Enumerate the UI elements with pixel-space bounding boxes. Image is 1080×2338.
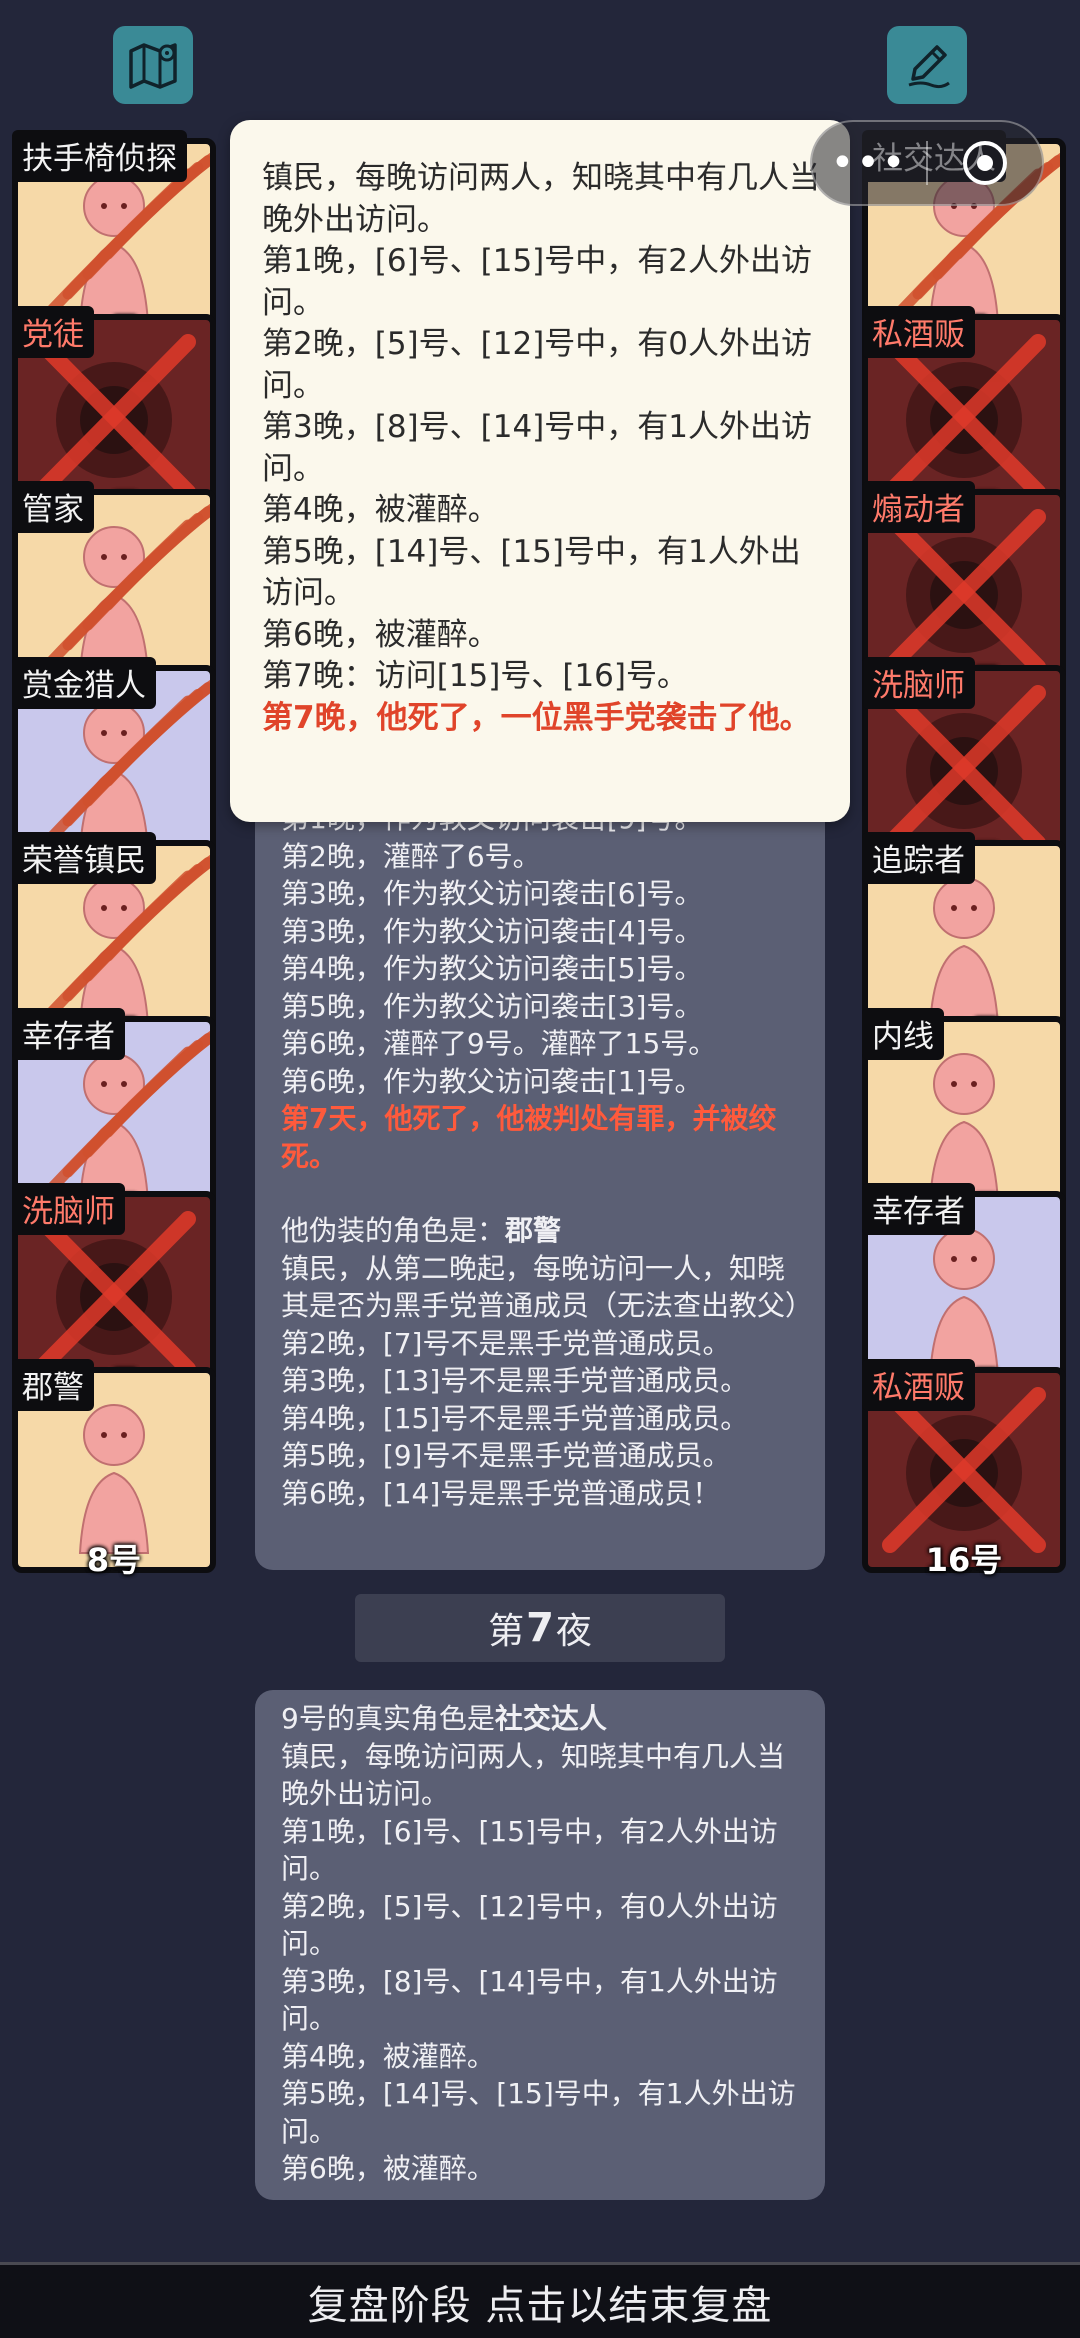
player-number: 16号 [925,1540,1003,1579]
log-line: 第3晚，作为教父访问袭击[6]号。 [281,877,703,910]
role-tag: 赏金猎人 [12,656,156,709]
close-button[interactable] [928,137,1042,189]
role-detail-popup[interactable]: 镇民，每晚访问两人，知晓其中有几人当晚外出访问。 第1晚，[6]号、[15]号中，… [230,120,850,822]
log-line: 第4晚，作为教父访问袭击[5]号。 [281,952,703,985]
end-review-bar[interactable]: 复盘阶段 点击以结束复盘 [0,2262,1080,2338]
disguise-description: 镇民，从第二晚起，每晚访问一人，知晓其是否为黑手党普通成员（无法查出教父） [281,1251,814,1323]
role-tag: 洗脑师 [862,656,975,709]
log-line: 第6晚，被灌醉。 [281,2152,495,2185]
log-line: 第5晚，[14]号、[15]号中，有1人外出访问。 [281,2077,796,2148]
notes-button[interactable] [887,26,967,104]
map-button[interactable] [113,26,193,104]
popup-line: 镇民，每晚访问两人，知晓其中有几人当晚外出访问。 [262,160,820,238]
role-tag: 内线 [862,1007,944,1060]
mini-program-capsule: ••• [810,120,1044,206]
role-tag: 煽动者 [862,481,975,533]
pencil-icon [908,45,950,89]
role-tag: 幸存者 [12,1007,125,1060]
role-tag: 私酒贩 [862,1358,975,1411]
log-line: 第6晚，作为教父访问袭击[1]号。 [281,1064,703,1098]
log-line: 第6晚，灌醉了9号。灌醉了15号。 [281,1027,717,1060]
player-card[interactable]: 郡警 8号 [12,1358,216,1579]
popup-line: 第1晚，[6]号、[15]号中，有2人外出访问。 [262,243,812,321]
log-line: 第2晚，[5]号、[12]号中，有0人外出访问。 [281,1889,778,1961]
role-tag: 党徒 [12,305,94,358]
log-line: 第2晚，灌醉了6号。 [281,839,541,873]
role-tag: 追踪者 [862,832,975,884]
log-line: 第4晚，被灌醉。 [281,2039,495,2073]
log-line: 第3晚，作为教父访问袭击[4]号。 [281,914,703,948]
map-pin-icon [129,43,177,89]
player-number: 8号 [86,1540,142,1579]
log-line: 第3晚，[8]号、[14]号中，有1人外出访问。 [281,1964,778,2036]
more-menu-icon[interactable]: ••• [812,143,926,183]
investigation-result: 第6晚，[14]号是黑手党普通成员！ [281,1476,721,1510]
popup-line: 第6晚，被灌醉。 [262,616,499,653]
investigation-result: 第5晚，[9]号不是黑手党普通成员。 [281,1439,731,1472]
popup-line: 第2晚，[5]号、[12]号中，有0人外出访问。 [262,326,812,404]
real-role-line: 9号的真实角色是社交达人 [281,1702,607,1735]
disguise-line: 他伪装的角色是：郡警 [281,1214,562,1247]
log-line: 第5晚，作为教父访问袭击[3]号。 [281,989,703,1023]
role-tag: 管家 [12,481,94,533]
popup-line: 第3晚，[8]号、[14]号中，有1人外出访问。 [262,409,812,487]
role-tag: 荣誉镇民 [12,832,156,884]
investigation-result: 第2晚，[7]号不是黑手党普通成员。 [281,1326,731,1360]
investigation-result: 第3晚，[13]号不是黑手党普通成员。 [281,1364,749,1397]
death-notice: 第7天，他死了，他被判处有罪，并被绞死。 [281,1102,777,1173]
log-line: 第1晚，[6]号、[15]号中，有2人外出访问。 [281,1814,778,1886]
player-card[interactable]: 私酒贩 16号 [862,1358,1066,1579]
role-tag: 私酒贩 [862,305,975,358]
investigation-result: 第4晚，[15]号不是黑手党普通成员。 [281,1401,749,1435]
popup-line: 第4晚，被灌醉。 [262,492,499,528]
role-tag: 扶手椅侦探 [12,130,187,182]
night-header: 第7夜 [355,1594,725,1662]
role-tag: 洗脑师 [12,1183,125,1235]
role-reveal-panel: 9号的真实角色是社交达人 镇民，每晚访问两人，知晓其中有几人当晚外出访问。 第1… [255,1690,825,2200]
target-icon [962,141,1007,185]
popup-line: 第7晚：访问[15]号、[16]号。 [262,658,688,694]
popup-line: 第5晚，[14]号、[15]号中，有1人外出访问。 [262,533,801,612]
night-log-panel: 第1晚，作为教父访问袭击[9]号。 第2晚，灌醉了6号。第3晚，作为教父访问袭击… [255,790,825,1570]
role-tag: 郡警 [12,1358,94,1411]
role-tag: 幸存者 [862,1183,975,1235]
popup-death-notice: 第7晚，他死了，一位黑手党袭击了他。 [262,699,811,736]
role-description: 镇民，每晚访问两人，知晓其中有几人当晚外出访问。 [281,1739,786,1811]
